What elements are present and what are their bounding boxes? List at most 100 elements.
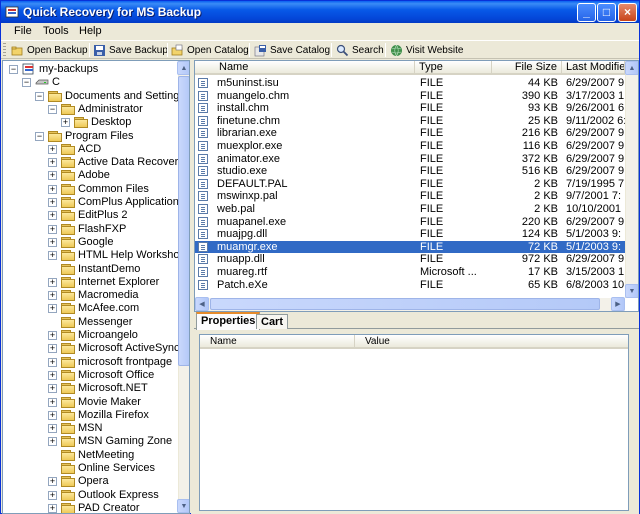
tree-node[interactable]: + Macromedia: [3, 289, 178, 302]
file-list-vertical-scrollbar[interactable]: ▲ ▼: [625, 61, 638, 298]
file-row[interactable]: Patch.eXe FILE 65 KB 6/8/2003 10:: [195, 279, 626, 291]
expand-plus-icon[interactable]: +: [48, 357, 57, 367]
file-row[interactable]: install.chm FILE 93 KB 9/26/2001 6:: [195, 102, 626, 114]
toolbar-grip[interactable]: [3, 43, 6, 57]
scroll-right-arrow-icon[interactable]: ▶: [611, 297, 625, 311]
expand-plus-icon[interactable]: +: [48, 503, 57, 513]
expand-plus-icon[interactable]: +: [48, 384, 57, 394]
expand-plus-icon[interactable]: +: [48, 224, 57, 234]
menu-help[interactable]: Help: [79, 25, 102, 37]
tab-properties[interactable]: Properties: [196, 312, 261, 330]
file-row[interactable]: m5uninst.isu FILE 44 KB 6/29/2007 9:: [195, 77, 626, 89]
open-backup-button[interactable]: Open Backup: [11, 42, 88, 58]
expand-plus-icon[interactable]: +: [48, 251, 57, 261]
collapse-minus-icon[interactable]: −: [48, 104, 57, 114]
tree-vertical-scrollbar[interactable]: ▲ ▼: [177, 61, 189, 513]
expand-plus-icon[interactable]: +: [48, 304, 57, 314]
column-modified-header[interactable]: Last Modified: [562, 61, 625, 75]
tree-node[interactable]: + ACD: [3, 143, 178, 156]
file-row[interactable]: muangelo.chm FILE 390 KB 3/17/2003 1:: [195, 90, 626, 102]
property-value-header[interactable]: Value: [355, 335, 628, 349]
expand-plus-icon[interactable]: +: [48, 237, 57, 247]
expand-plus-icon[interactable]: +: [48, 144, 57, 154]
tree-node[interactable]: + Active Data Recovery: [3, 156, 184, 169]
expand-plus-icon[interactable]: +: [48, 424, 57, 434]
tree-node[interactable]: NetMeeting: [3, 449, 178, 462]
expand-plus-icon[interactable]: +: [48, 490, 57, 500]
file-row[interactable]: librarian.exe FILE 216 KB 6/29/2007 9:: [195, 127, 626, 139]
file-row[interactable]: web.pal FILE 2 KB 10/10/2001: [195, 203, 625, 215]
tab-cart[interactable]: Cart: [256, 314, 289, 329]
visit-website-button[interactable]: Visit Website: [390, 42, 463, 58]
tree-node[interactable]: + HTML Help Workshop: [3, 249, 186, 262]
tree-node[interactable]: + microsoft frontpage: [3, 356, 178, 369]
scroll-up-arrow-icon[interactable]: ▲: [177, 61, 189, 75]
close-button[interactable]: ×: [618, 3, 637, 22]
scroll-down-arrow-icon[interactable]: ▼: [625, 284, 638, 298]
column-type-header[interactable]: Type: [415, 61, 492, 75]
file-row[interactable]: finetune.chm FILE 25 KB 9/11/2002 6:: [195, 115, 626, 127]
tree-node[interactable]: + Internet Explorer: [3, 276, 178, 289]
tree-node[interactable]: + PAD Creator: [3, 502, 178, 513]
tree-node[interactable]: + Google: [3, 236, 178, 249]
expand-plus-icon[interactable]: +: [48, 410, 57, 420]
tree-node[interactable]: + Microangelo: [3, 329, 178, 342]
tree-node[interactable]: + Microsoft.NET: [3, 382, 178, 395]
file-row[interactable]: muareg.rtf Microsoft ... 17 KB 3/15/2003 1:: [195, 266, 626, 278]
save-backup-button[interactable]: Save Backup: [93, 42, 168, 58]
file-row[interactable]: muapp.dll FILE 972 KB 6/29/2007 9:: [195, 253, 626, 265]
column-name-header[interactable]: Name: [195, 61, 415, 75]
column-size-header[interactable]: File Size: [492, 61, 562, 75]
tree-node[interactable]: + MSN: [3, 422, 178, 435]
tree-node[interactable]: + Common Files: [3, 183, 178, 196]
tree-node[interactable]: + Desktop: [3, 116, 178, 129]
properties-grid[interactable]: Name Value: [199, 334, 629, 511]
scroll-down-arrow-icon[interactable]: ▼: [177, 499, 189, 513]
file-list[interactable]: Name Type File Size Last Modified m5unin…: [194, 60, 639, 312]
expand-plus-icon[interactable]: +: [48, 477, 57, 487]
file-row[interactable]: DEFAULT.PAL FILE 2 KB 7/19/1995 7:: [195, 178, 626, 190]
file-row[interactable]: muapanel.exe FILE 220 KB 6/29/2007 9:: [195, 216, 626, 228]
tree-node[interactable]: − Administrator: [3, 103, 178, 116]
scroll-up-arrow-icon[interactable]: ▲: [625, 61, 638, 75]
expand-plus-icon[interactable]: +: [48, 184, 57, 194]
scroll-left-arrow-icon[interactable]: ◀: [195, 297, 209, 311]
tree-node[interactable]: + Outlook Express: [3, 489, 178, 502]
tree-node[interactable]: + MSN Gaming Zone: [3, 435, 178, 448]
expand-plus-icon[interactable]: +: [61, 118, 70, 128]
file-row[interactable]: mswinxp.pal FILE 2 KB 9/7/2001 7:: [195, 190, 625, 202]
file-row[interactable]: muexplor.exe FILE 116 KB 6/29/2007 9:: [195, 140, 626, 152]
file-row[interactable]: studio.exe FILE 516 KB 6/29/2007 9:: [195, 165, 626, 177]
file-row[interactable]: muajpg.dll FILE 124 KB 5/1/2003 9:: [195, 228, 625, 240]
expand-plus-icon[interactable]: +: [48, 437, 57, 447]
menu-file[interactable]: File: [14, 25, 32, 37]
tree-node[interactable]: InstantDemo: [3, 263, 178, 276]
collapse-minus-icon[interactable]: −: [9, 65, 18, 74]
maximize-button[interactable]: □: [597, 3, 616, 22]
collapse-minus-icon[interactable]: −: [22, 78, 31, 88]
collapse-minus-icon[interactable]: −: [35, 91, 44, 101]
expand-plus-icon[interactable]: +: [48, 211, 57, 221]
tree-node[interactable]: + Microsoft Office: [3, 369, 178, 382]
tree-node[interactable]: + Movie Maker: [3, 396, 178, 409]
expand-plus-icon[interactable]: +: [48, 171, 57, 181]
tree-node[interactable]: − Documents and Settings: [3, 90, 185, 103]
tree-node[interactable]: + FlashFXP: [3, 223, 178, 236]
scroll-thumb[interactable]: [178, 76, 189, 366]
file-row[interactable]: animator.exe FILE 372 KB 6/29/2007 9:: [195, 153, 626, 165]
tree-node[interactable]: Messenger: [3, 316, 178, 329]
tree-node[interactable]: − C: [3, 76, 178, 89]
expand-plus-icon[interactable]: +: [48, 277, 57, 287]
expand-plus-icon[interactable]: +: [48, 331, 57, 340]
save-catalog-button[interactable]: Save Catalog: [254, 42, 330, 58]
title-bar[interactable]: Quick Recovery for MS Backup _ □ ×: [1, 1, 639, 23]
collapse-minus-icon[interactable]: −: [35, 131, 44, 141]
tree-node[interactable]: + Mozilla Firefox: [3, 409, 178, 422]
property-name-header[interactable]: Name: [200, 335, 355, 349]
tree-node[interactable]: + McAfee.com: [3, 302, 178, 315]
tree-node[interactable]: + ComPlus Applications: [3, 196, 184, 209]
file-row[interactable]: muamgr.exe FILE 72 KB 5/1/2003 9:: [195, 240, 625, 253]
tree-node[interactable]: Online Services: [3, 462, 178, 475]
tree-node[interactable]: + EditPlus 2: [3, 209, 178, 222]
tree-node[interactable]: + Adobe: [3, 169, 178, 182]
